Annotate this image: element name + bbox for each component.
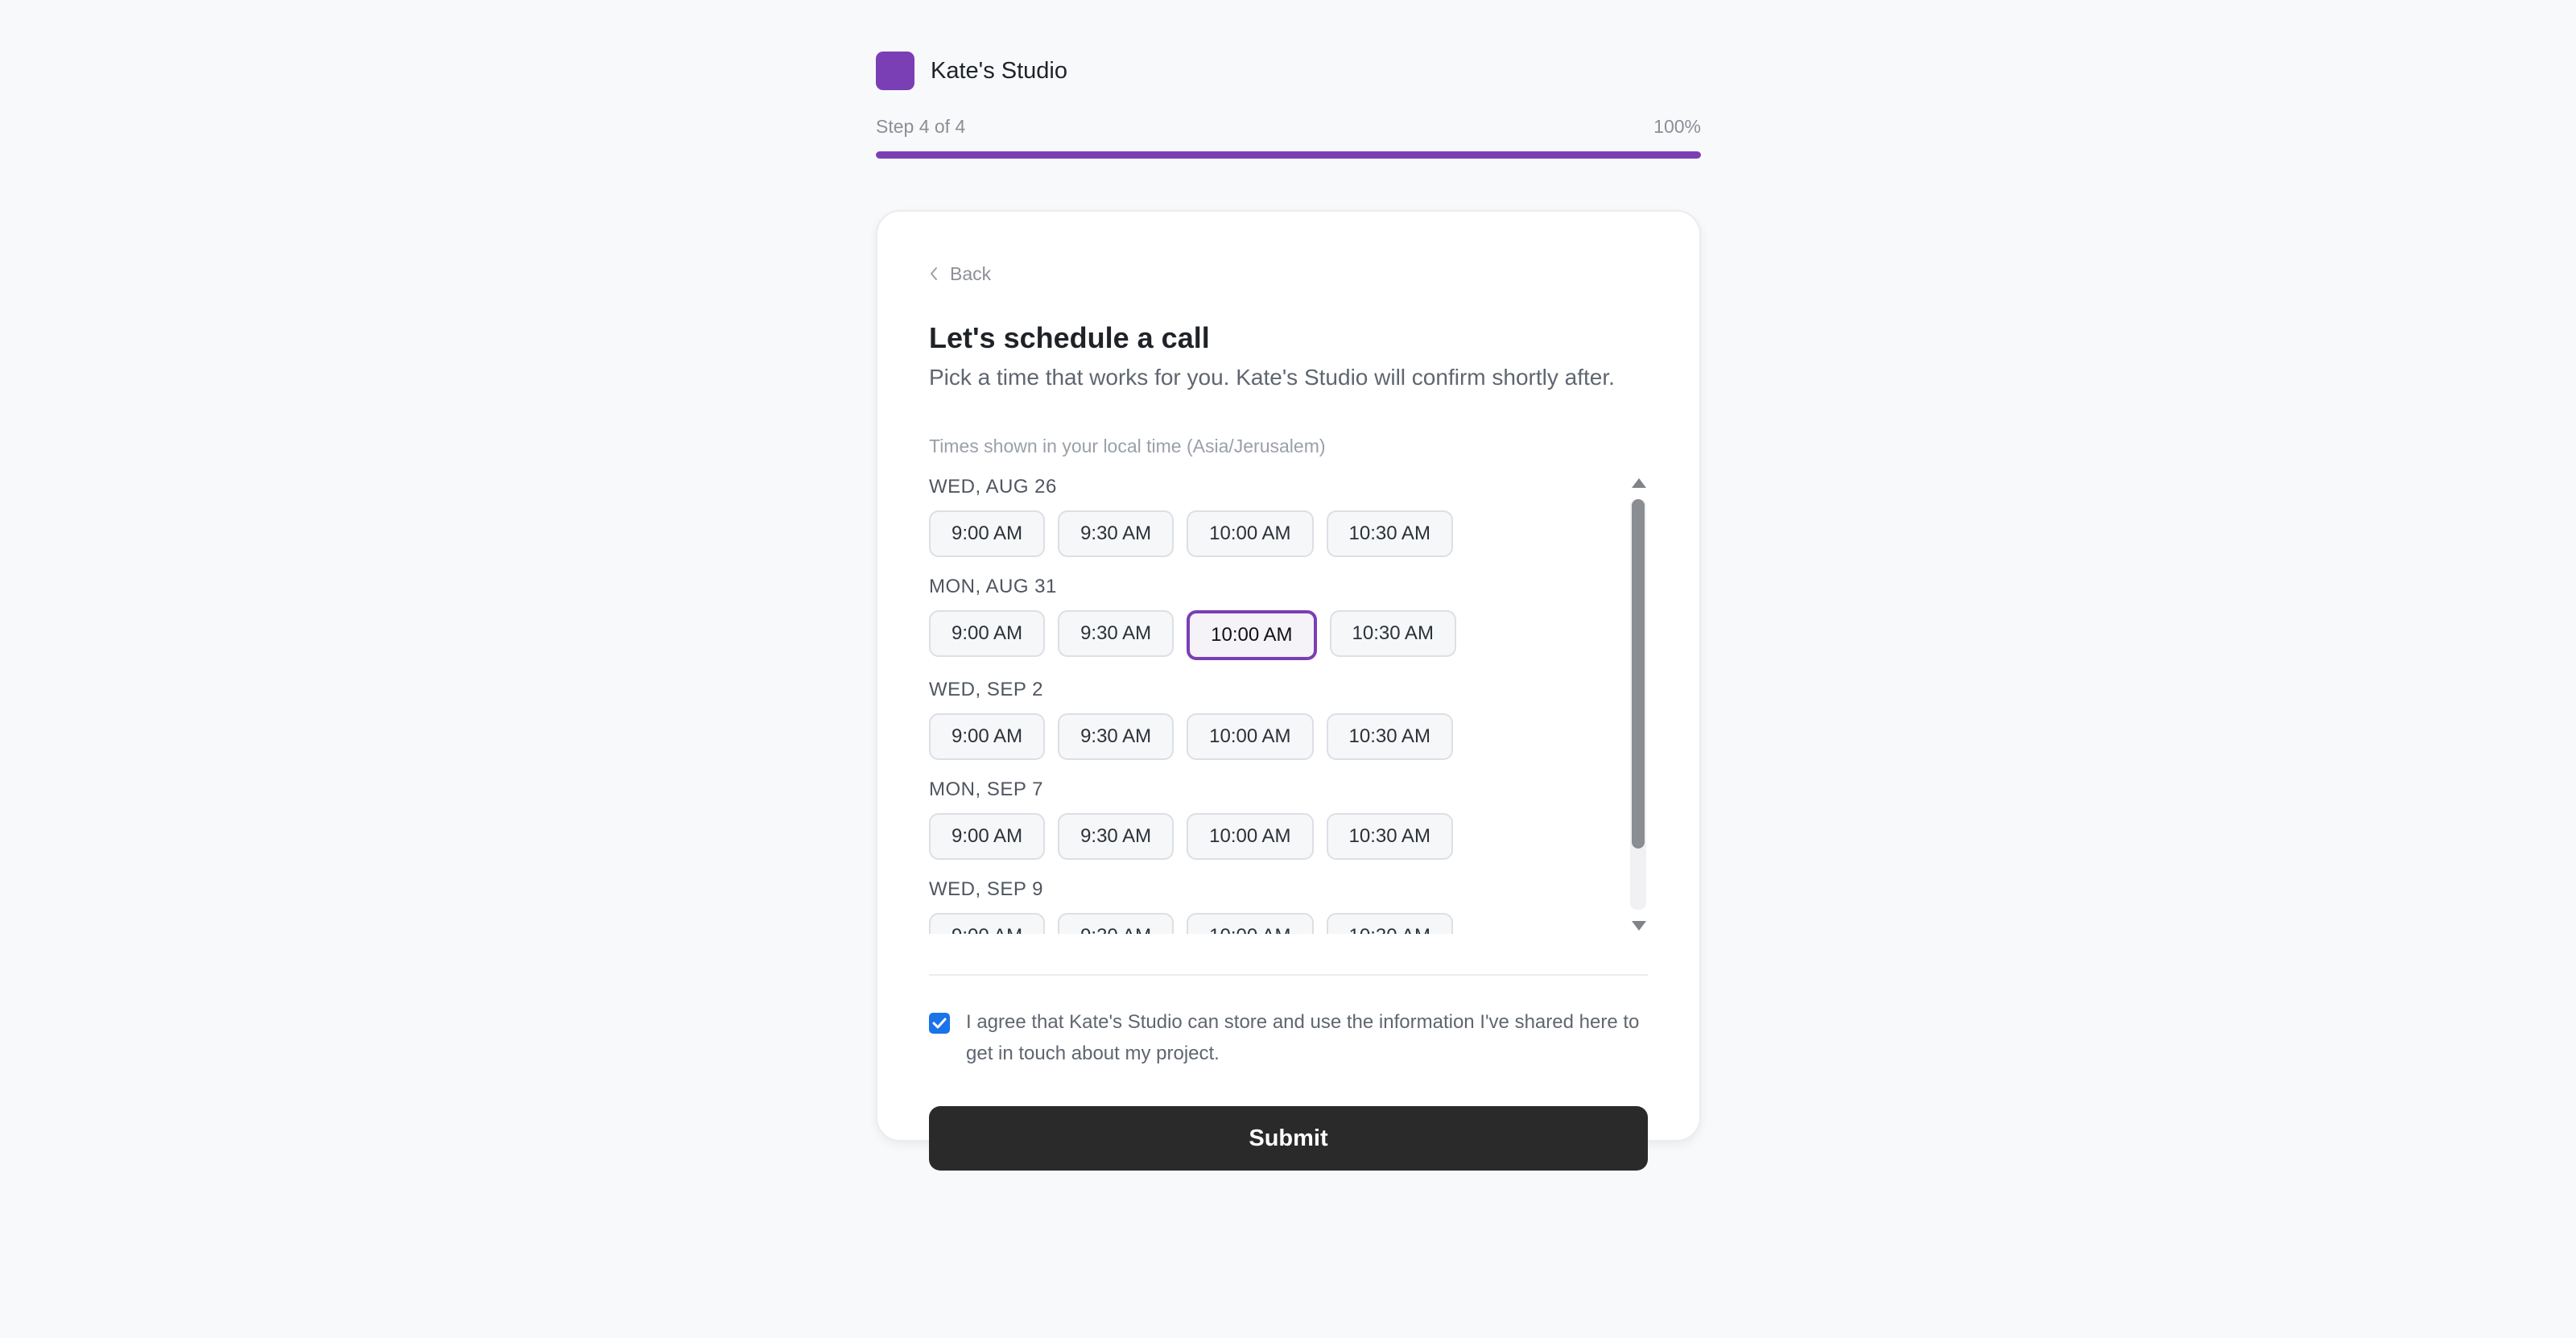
time-slot-button[interactable]: 9:30 AM bbox=[1058, 913, 1174, 934]
day-label: WED, AUG 26 bbox=[929, 476, 1057, 498]
scrollbar[interactable] bbox=[1630, 475, 1648, 934]
time-slot-row: 9:00 AM 9:30 AM 10:00 AM 10:30 AM bbox=[929, 610, 1605, 660]
day-label: MON, AUG 31 bbox=[929, 576, 1057, 597]
day-group: WED, AUG 26 9:00 AM 9:30 AM 10:00 AM 10:30 A… bbox=[929, 475, 1605, 557]
divider bbox=[929, 974, 1648, 976]
consent-label: I agree that Kate's Studio can store and… bbox=[966, 1011, 1640, 1064]
page-container: Kate's Studio Step 4 of 4 100% Back Let'… bbox=[876, 50, 1701, 1171]
scrollbar-thumb[interactable] bbox=[1632, 499, 1645, 849]
time-slot-button[interactable]: 10:30 AM bbox=[1326, 713, 1453, 760]
time-slot-button[interactable]: 10:30 AM bbox=[1326, 813, 1453, 860]
back-label: Back bbox=[950, 262, 992, 284]
time-slot-row: 9:00 AM 9:30 AM 10:00 AM 10:30 AM bbox=[929, 813, 1605, 860]
time-slot-list-content: WED, AUG 26 9:00 AM 9:30 AM 10:00 AM 10:30 A… bbox=[929, 475, 1605, 934]
scroll-down-arrow-icon[interactable] bbox=[1632, 921, 1646, 931]
day-group: MON, SEP 7 9:00 AM 9:30 AM 10:00 AM 10:30 AM bbox=[929, 778, 1605, 860]
page-subtitle: Pick a time that works for you. Kate's S… bbox=[929, 365, 1615, 390]
day-group: WED, SEP 2 9:00 AM 9:30 AM 10:00 AM 10:30 AM bbox=[929, 678, 1605, 760]
time-slot-button[interactable]: 9:30 AM bbox=[1058, 610, 1174, 657]
scroll-up-arrow-icon[interactable] bbox=[1632, 478, 1646, 488]
time-slot-button[interactable]: 9:00 AM bbox=[929, 510, 1046, 557]
time-slot-button[interactable]: 9:30 AM bbox=[1058, 813, 1174, 860]
progress-header: Step 4 of 4 100% bbox=[876, 116, 1701, 138]
schedule-card: Back Let's schedule a call Pick a time t… bbox=[876, 210, 1701, 1171]
consent-row: I agree that Kate's Studio can store and… bbox=[929, 1011, 1648, 1069]
time-slot-button[interactable]: 9:00 AM bbox=[929, 610, 1046, 657]
day-label: WED, SEP 9 bbox=[929, 878, 1043, 900]
time-slot-button[interactable]: 10:00 AM bbox=[1187, 713, 1314, 760]
day-group: MON, AUG 31 9:00 AM 9:30 AM 10:00 AM 10:30 A… bbox=[929, 575, 1605, 660]
step-label: Step 4 of 4 bbox=[876, 116, 966, 137]
consent-checkbox[interactable] bbox=[929, 1013, 950, 1034]
time-slot-button[interactable]: 10:30 AM bbox=[1326, 510, 1453, 557]
brand-logo bbox=[876, 52, 914, 90]
time-slot-button[interactable]: 10:00 AM bbox=[1187, 813, 1314, 860]
day-label: WED, SEP 2 bbox=[929, 679, 1043, 700]
brand-header: Kate's Studio bbox=[876, 50, 1701, 92]
submit-button[interactable]: Submit bbox=[929, 1106, 1648, 1171]
time-slot-button[interactable]: 9:00 AM bbox=[929, 913, 1046, 934]
time-slot-button[interactable]: 10:30 AM bbox=[1329, 610, 1456, 657]
time-slot-button[interactable]: 9:30 AM bbox=[1058, 713, 1174, 760]
scrollbar-track[interactable] bbox=[1630, 499, 1646, 910]
time-slot-button[interactable]: 10:30 AM bbox=[1326, 913, 1453, 934]
day-label: MON, SEP 7 bbox=[929, 778, 1043, 800]
progress-percent: 100% bbox=[1653, 116, 1701, 137]
progress-bar-fill bbox=[876, 151, 1701, 159]
time-slot-button[interactable]: 10:00 AM bbox=[1187, 913, 1314, 934]
time-slot-button[interactable]: 10:00 AM bbox=[1187, 510, 1314, 557]
time-slot-button[interactable]: 9:00 AM bbox=[929, 713, 1046, 760]
day-group: WED, SEP 9 9:00 AM 9:30 AM 10:00 AM 10:30 AM bbox=[929, 878, 1605, 934]
time-slot-button[interactable]: 9:00 AM bbox=[929, 813, 1046, 860]
progress-bar bbox=[876, 151, 1701, 159]
time-slot-row: 9:00 AM 9:30 AM 10:00 AM 10:30 AM bbox=[929, 713, 1605, 760]
time-slot-list[interactable]: WED, AUG 26 9:00 AM 9:30 AM 10:00 AM 10:30 A… bbox=[929, 475, 1648, 934]
brand-name: Kate's Studio bbox=[931, 57, 1067, 84]
page-title: Let's schedule a call bbox=[929, 321, 1210, 354]
time-slot-row: 9:00 AM 9:30 AM 10:00 AM 10:30 AM bbox=[929, 510, 1605, 557]
chevron-left-icon bbox=[931, 267, 937, 280]
checkmark-icon bbox=[932, 1018, 947, 1029]
timezone-note: Times shown in your local time (Asia/Jer… bbox=[929, 436, 1326, 456]
back-button[interactable]: Back bbox=[929, 262, 1648, 286]
time-slot-button[interactable]: 9:30 AM bbox=[1058, 510, 1174, 557]
time-slot-row: 9:00 AM 9:30 AM 10:00 AM 10:30 AM bbox=[929, 913, 1605, 934]
time-slot-button-selected[interactable]: 10:00 AM bbox=[1187, 610, 1317, 660]
